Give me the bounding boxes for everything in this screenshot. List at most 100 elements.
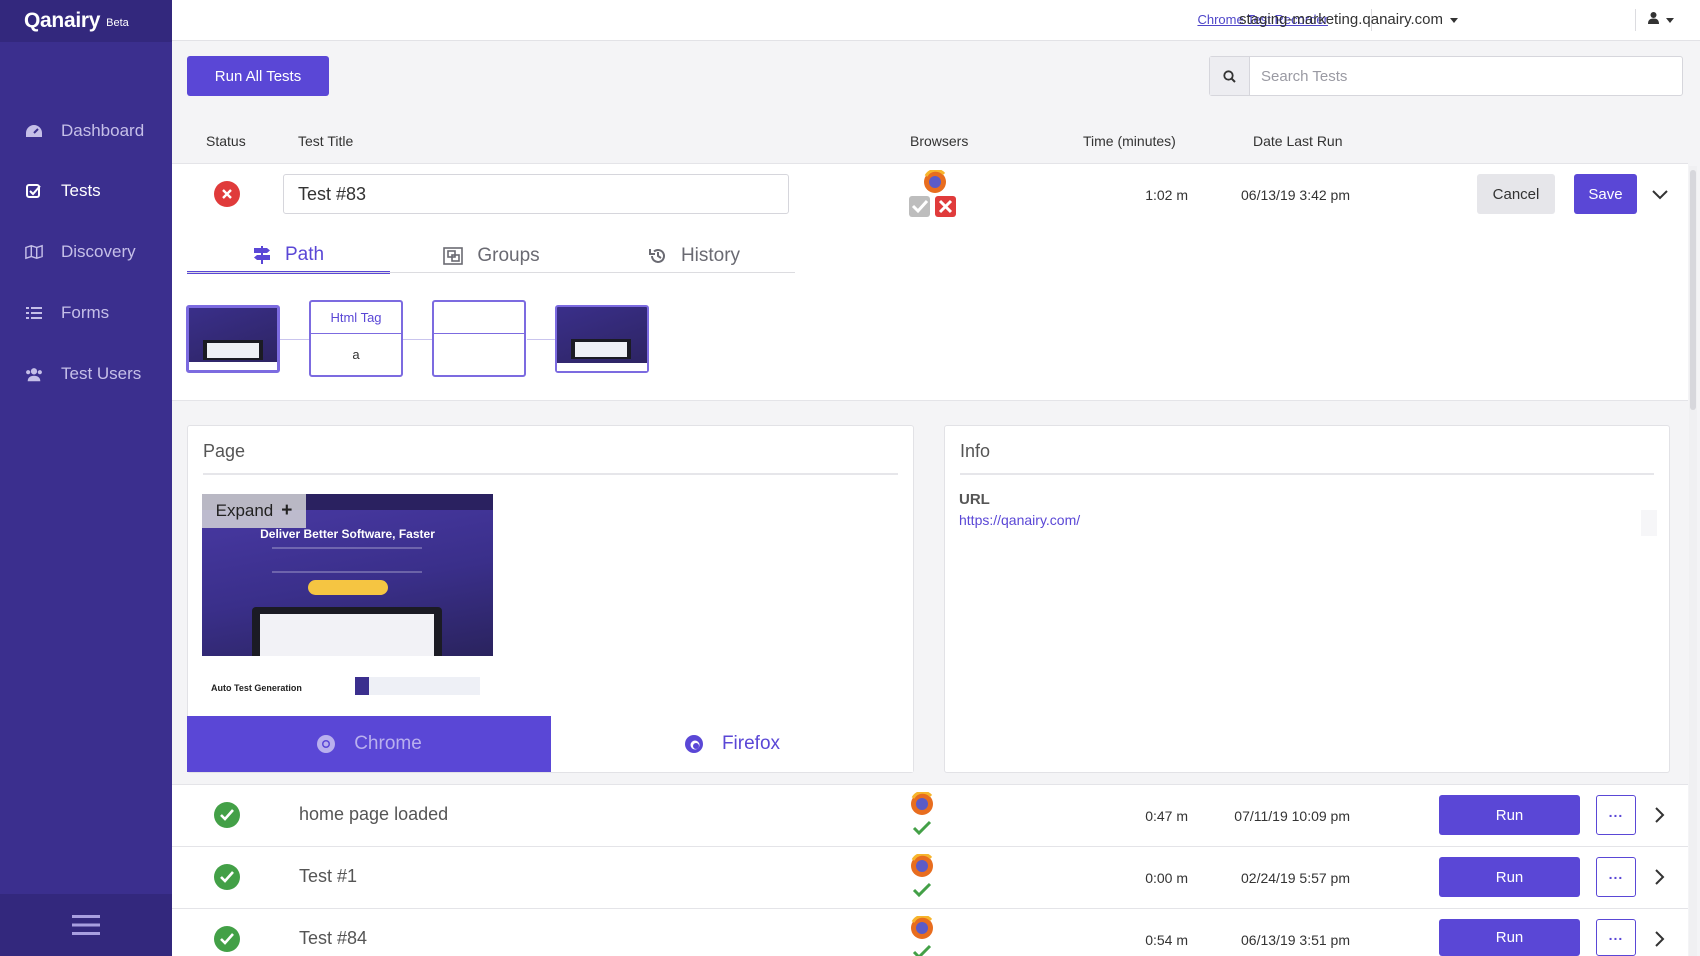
- element-tag-label: Html Tag: [311, 302, 401, 334]
- run-time: 1:02 m: [1145, 187, 1188, 203]
- list-icon: [25, 304, 43, 322]
- url-scrollbar[interactable]: [1641, 510, 1657, 536]
- info-panel-title: Info: [960, 441, 991, 461]
- tab-label: Groups: [477, 245, 540, 266]
- ellipsis-icon: ...: [1608, 804, 1624, 820]
- run-time: 0:54 m: [1145, 932, 1188, 948]
- chevron-down-icon: [1450, 17, 1458, 23]
- last-run-date: 06/13/19 3:42 pm: [1241, 187, 1350, 203]
- user-icon: [1648, 12, 1659, 24]
- search-icon[interactable]: [1210, 57, 1250, 95]
- sidebar-item-test-users[interactable]: Test Users: [0, 354, 172, 394]
- sidebar: Qanairy Beta Dashboard Tests Discovery F…: [0, 0, 172, 956]
- browser-results: [909, 852, 949, 902]
- path-element-node[interactable]: Html Tag a: [309, 300, 403, 377]
- path-page-thumbnail[interactable]: [555, 305, 649, 373]
- path-page-thumbnail[interactable]: [186, 305, 280, 373]
- search-input[interactable]: [1250, 57, 1682, 95]
- beta-badge: Beta: [106, 17, 129, 29]
- save-button[interactable]: Save: [1574, 174, 1637, 214]
- tab-groups[interactable]: Groups: [390, 238, 593, 274]
- page-panel-title: Page: [203, 441, 246, 461]
- map-icon: [25, 243, 43, 261]
- test-title: Test #84: [299, 928, 368, 948]
- info-panel: Info: [944, 425, 1670, 773]
- run-time: 0:00 m: [1145, 870, 1188, 886]
- element-tag-value: a: [352, 347, 360, 362]
- hamburger-icon: [72, 915, 100, 935]
- path-connector: [279, 339, 309, 340]
- sidebar-item-discovery[interactable]: Discovery: [0, 232, 172, 272]
- tab-firefox[interactable]: Firefox: [551, 716, 913, 772]
- run-button[interactable]: Run: [1439, 857, 1580, 897]
- checkbox-icon: [25, 182, 43, 200]
- col-date: Date Last Run: [1253, 133, 1343, 149]
- domain-selector[interactable]: staging-marketing.qanairy.com: [1239, 11, 1458, 28]
- more-options-button[interactable]: ...: [1596, 919, 1636, 956]
- failed-status-icon: [214, 181, 240, 207]
- search-box: [1209, 56, 1683, 96]
- menu-toggle-button[interactable]: [0, 894, 172, 956]
- page-scrollbar[interactable]: [1689, 166, 1697, 956]
- test-title: Test #1: [299, 866, 358, 886]
- sidebar-item-label: Discovery: [61, 242, 136, 261]
- ellipsis-icon: ...: [1608, 926, 1624, 943]
- cancel-button[interactable]: Cancel: [1477, 174, 1555, 214]
- tab-chrome[interactable]: Chrome: [187, 716, 551, 772]
- element-tag-label: [434, 302, 524, 334]
- browser-results: [909, 916, 949, 956]
- path-connector: [527, 339, 557, 340]
- chevron-down-icon: [1666, 18, 1674, 24]
- run-all-tests-button[interactable]: Run All Tests: [187, 56, 329, 96]
- logo[interactable]: Qanairy Beta: [0, 0, 172, 42]
- path-element-node[interactable]: [432, 300, 526, 377]
- divider: [203, 473, 898, 475]
- sidebar-item-label: Forms: [61, 303, 110, 322]
- col-status: Status: [206, 133, 246, 149]
- history-icon: [648, 248, 665, 263]
- tab-label: Chrome: [354, 733, 422, 754]
- sidebar-item-label: Dashboard: [61, 121, 145, 140]
- tab-path[interactable]: Path: [187, 238, 390, 274]
- col-browsers: Browsers: [910, 133, 969, 149]
- scrollbar-thumb[interactable]: [1690, 170, 1696, 410]
- more-options-button[interactable]: ...: [1596, 857, 1636, 897]
- col-time: Time (minutes): [1083, 133, 1176, 149]
- screenshot-caption: Auto Test Generation: [211, 683, 302, 693]
- ellipsis-icon: ...: [1608, 866, 1624, 882]
- test-title-input[interactable]: [283, 174, 789, 214]
- passed-status-icon: [214, 802, 240, 828]
- tab-history[interactable]: History: [593, 238, 796, 274]
- run-button[interactable]: Run: [1439, 919, 1580, 956]
- chevron-right-icon[interactable]: [1650, 929, 1670, 949]
- more-options-button[interactable]: ...: [1596, 795, 1636, 835]
- test-title: home page loaded: [299, 804, 449, 824]
- url-link[interactable]: https://qanairy.com/: [959, 512, 1080, 528]
- divider: [1635, 9, 1636, 31]
- sidebar-item-dashboard[interactable]: Dashboard: [0, 111, 172, 151]
- last-run-date: 07/11/19 10:09 pm: [1234, 808, 1350, 824]
- domain-label: staging-marketing.qanairy.com: [1239, 11, 1443, 28]
- dashboard-icon: [25, 122, 43, 140]
- tab-label: Path: [284, 243, 325, 265]
- tab-divider: [187, 272, 795, 273]
- sidebar-item-tests[interactable]: Tests: [0, 171, 172, 211]
- screenshot-headline: Deliver Better Software, Faster: [260, 527, 435, 541]
- plus-icon: +: [281, 500, 293, 521]
- chrome-icon: [316, 734, 336, 754]
- divider: [960, 473, 1654, 475]
- run-button[interactable]: Run: [1439, 795, 1580, 835]
- user-menu[interactable]: [1648, 12, 1674, 27]
- tab-label: History: [680, 245, 741, 266]
- expand-button[interactable]: Expand +: [202, 494, 306, 528]
- firefox-icon: [684, 734, 704, 754]
- col-title: Test Title: [298, 133, 354, 149]
- browser-results: [909, 168, 956, 218]
- chevron-down-icon[interactable]: [1650, 185, 1670, 205]
- sidebar-item-label: Tests: [61, 181, 101, 200]
- element-tag-value: [434, 334, 524, 375]
- sidebar-item-forms[interactable]: Forms: [0, 293, 172, 333]
- last-run-date: 06/13/19 3:51 pm: [1241, 932, 1350, 948]
- chevron-right-icon[interactable]: [1650, 867, 1670, 887]
- chevron-right-icon[interactable]: [1650, 805, 1670, 825]
